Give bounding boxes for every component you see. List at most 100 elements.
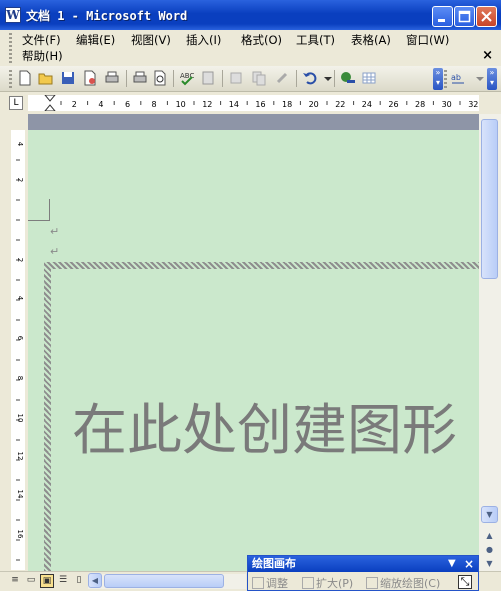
ruler-label: 28 [415,100,425,109]
expand-button[interactable]: 扩大(P) [302,575,353,591]
toolbar-grip[interactable] [9,70,12,88]
ruler-label: 30 [442,100,452,109]
vertical-ruler-label: 16 [16,530,24,539]
close-button[interactable] [476,6,497,27]
print-preview-icon[interactable] [152,70,168,86]
ruler-label: 32 [468,100,478,109]
title-bar: W 文档 1 - Microsoft Word [0,0,501,30]
fit-label: 调整 [266,577,288,590]
save-icon[interactable] [60,70,76,86]
vertical-scroll-thumb[interactable] [481,119,498,279]
print-layout-view-button[interactable]: ▣ [40,574,54,588]
scroll-left-button[interactable]: ◀ [88,573,102,588]
vertical-ruler-label: 12 [16,452,24,461]
hyperlink-icon[interactable] [340,70,356,86]
vertical-ruler-ticks: 42246810121416 [16,142,24,561]
ruler-label: 14 [229,100,239,109]
vertical-scrollbar[interactable]: ▼ ▲ ● ▼ [479,114,501,574]
document-close-button[interactable]: × [482,48,493,63]
top-margin-band [28,114,479,130]
fit-button[interactable]: 调整 [252,575,288,591]
standard-toolbar: ABC » ▾ ab » ▾ [0,66,501,92]
menu-grip[interactable] [9,33,12,63]
toolbar-separator [334,70,335,87]
menu-edit[interactable]: 编辑(E) [76,32,115,48]
horizontal-ruler-row: L 2 4 6 8 10 12 14 16 18 20 22 24 26 28 30 32 [0,92,501,114]
drawing-canvas-toolbar-label: 绘图画布 [252,557,296,570]
vertical-ruler[interactable]: 4 2 2 4 6 8 10 12 14 16 [11,130,25,570]
ruler-label: 8 [152,100,157,109]
ruler-label: 12 [202,100,212,109]
window-title: 文档 1 - Microsoft Word [26,9,188,23]
drawing-canvas-toolbar-title[interactable]: 绘图画布 ▼ × [248,556,478,572]
toolbar-close-button[interactable]: × [464,556,474,572]
ruler-label: 2 [72,100,77,109]
text-wrapping-button[interactable]: ⤡ [458,575,472,589]
margin-corner-mark [28,199,50,221]
minimize-button[interactable] [432,6,453,27]
close-icon [481,11,492,22]
toolbar-grip[interactable] [444,70,447,88]
ruler-label: 22 [335,100,345,109]
expand-icon [302,577,314,589]
ruler-label: 24 [362,100,372,109]
reading-view-button[interactable]: ▯ [72,574,86,588]
research-icon[interactable] [200,70,216,86]
minimize-icon [438,19,445,22]
toolbar-overflow-chevron[interactable]: » ▾ [433,68,443,90]
menu-format[interactable]: 格式(O) [241,32,282,48]
undo-icon[interactable] [302,70,318,86]
outline-view-button[interactable]: ☰ [56,574,70,588]
vertical-ruler-label: 10 [16,414,24,423]
open-icon[interactable] [38,70,54,86]
ruler-label: 26 [388,100,398,109]
vertical-ruler-label: 14 [16,490,24,499]
table-icon[interactable] [361,70,377,86]
maximize-button[interactable] [454,6,475,27]
indent-marker[interactable] [43,94,57,112]
vertical-ruler-label: 4 [16,142,24,147]
word-app-icon[interactable]: W [5,7,21,23]
cut-icon[interactable] [228,70,244,86]
format-painter-icon[interactable] [274,70,290,86]
fit-icon [252,577,264,589]
menu-table[interactable]: 表格(A) [351,32,391,48]
canvas-placeholder-text: 在此处创建图形 [72,398,458,462]
svg-text:ABC: ABC [180,72,194,80]
tab-selector[interactable]: L [9,96,23,110]
menu-window[interactable]: 窗口(W) [406,32,449,48]
web-layout-view-button[interactable]: ▭ [24,574,38,588]
menu-bar: 文件(F) 编辑(E) 视图(V) 插入(I) 格式(O) 工具(T) 表格(A… [0,30,501,66]
toolbar-options-dropdown[interactable]: ▼ [448,556,456,572]
text-icon[interactable]: ab [450,70,466,86]
ruler-label: 4 [98,100,103,109]
document-page[interactable]: ↵ ↵ 在此处创建图形 [28,130,479,571]
drawing-canvas-toolbar: 绘图画布 ▼ × 调整 扩大(P) 缩放绘图(C) ⤡ [247,555,479,591]
horizontal-scroll-thumb[interactable] [104,574,224,588]
menu-help[interactable]: 帮助(H) [22,48,63,64]
horizontal-scrollbar[interactable]: ◀ [88,573,246,589]
toolbar-separator [296,70,297,87]
menu-view[interactable]: 视图(V) [131,32,171,48]
copy-icon[interactable] [251,70,267,86]
ruler-ticks: 2 4 6 8 10 12 14 16 18 20 22 24 26 28 30 32 [43,94,478,112]
menu-insert[interactable]: 插入(I) [186,32,221,48]
normal-view-button[interactable]: ≡ [8,574,22,588]
scroll-down-button[interactable]: ▼ [481,506,498,523]
paragraph-mark: ↵ [50,225,60,238]
scale-drawing-icon [366,577,378,589]
toolbar-separator [126,70,127,87]
permission-icon[interactable] [82,70,98,86]
horizontal-ruler[interactable]: 2 4 6 8 10 12 14 16 18 20 22 24 26 28 30 32 [28,94,479,112]
ruler-label: 6 [125,100,130,109]
scale-drawing-button[interactable]: 缩放绘图(C) [366,575,440,591]
dropdown-icon[interactable] [472,70,488,86]
menu-file[interactable]: 文件(F) [22,32,61,48]
spelling-icon[interactable]: ABC [179,70,195,86]
print-preview-icon[interactable] [132,70,148,86]
print-icon[interactable] [104,70,120,86]
menu-tools[interactable]: 工具(T) [296,32,335,48]
ruler-label: 10 [176,100,186,109]
toolbar-overflow-chevron[interactable]: » ▾ [487,68,497,90]
new-doc-icon[interactable] [17,70,33,86]
